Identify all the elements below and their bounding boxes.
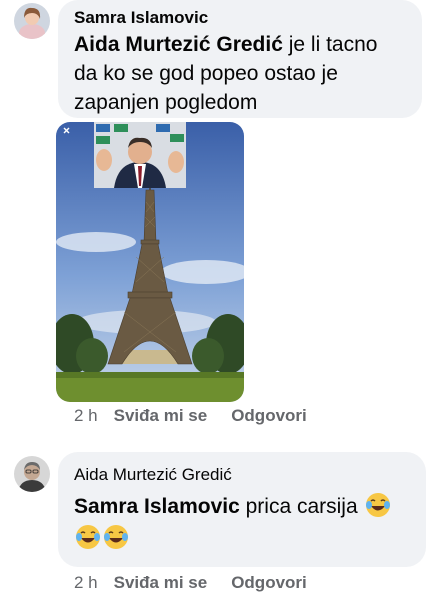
comment-line-1: Aida Murtezić Gredić je li tacno [74, 33, 378, 56]
reply-actions: 2 h Sviđa mi se Odgovori [74, 573, 307, 593]
reply-bubble: Aida Murtezić Gredić Samra Islamovic pri… [58, 452, 426, 567]
face-with-tears-of-joy-icon [102, 523, 130, 551]
comment-image[interactable] [56, 122, 244, 402]
comment-actions: 2 h Sviđa mi se Odgovori [74, 406, 307, 426]
reply-author[interactable]: Aida Murtezić Gredić [74, 465, 232, 485]
avatar-icon [14, 456, 50, 492]
reply-text: Samra Islamovic prica carsija [74, 491, 420, 555]
comment-timestamp[interactable]: 2 h [74, 406, 98, 426]
avatar-samra[interactable] [14, 3, 50, 39]
comment-author[interactable]: Samra Islamovic [74, 8, 208, 28]
reply-timestamp[interactable]: 2 h [74, 573, 98, 593]
reply-button[interactable]: Odgovori [231, 406, 307, 426]
comment-line-2: da ko se god popeo ostao je [74, 62, 338, 85]
overlay-man-photo [94, 122, 186, 188]
like-button[interactable]: Sviđa mi se [114, 406, 208, 426]
comment-text: Aida Murtezić Gredić je li tacno da ko s… [74, 30, 414, 117]
mention-link[interactable]: Samra Islamovic [74, 495, 240, 518]
comment-bubble: Samra Islamovic Aida Murtezić Gredić je … [58, 0, 422, 118]
mention-link[interactable]: Aida Murtezić Gredić [74, 33, 283, 56]
reply-button[interactable]: Odgovori [231, 573, 307, 593]
eiffel-tower-image [56, 122, 244, 402]
comment-line-3: zapanjen pogledom [74, 91, 258, 114]
avatar-aida[interactable] [14, 456, 50, 492]
like-button[interactable]: Sviđa mi se [114, 573, 208, 593]
avatar-icon [14, 3, 50, 39]
face-with-tears-of-joy-icon [364, 491, 392, 519]
face-with-tears-of-joy-icon [74, 523, 102, 551]
